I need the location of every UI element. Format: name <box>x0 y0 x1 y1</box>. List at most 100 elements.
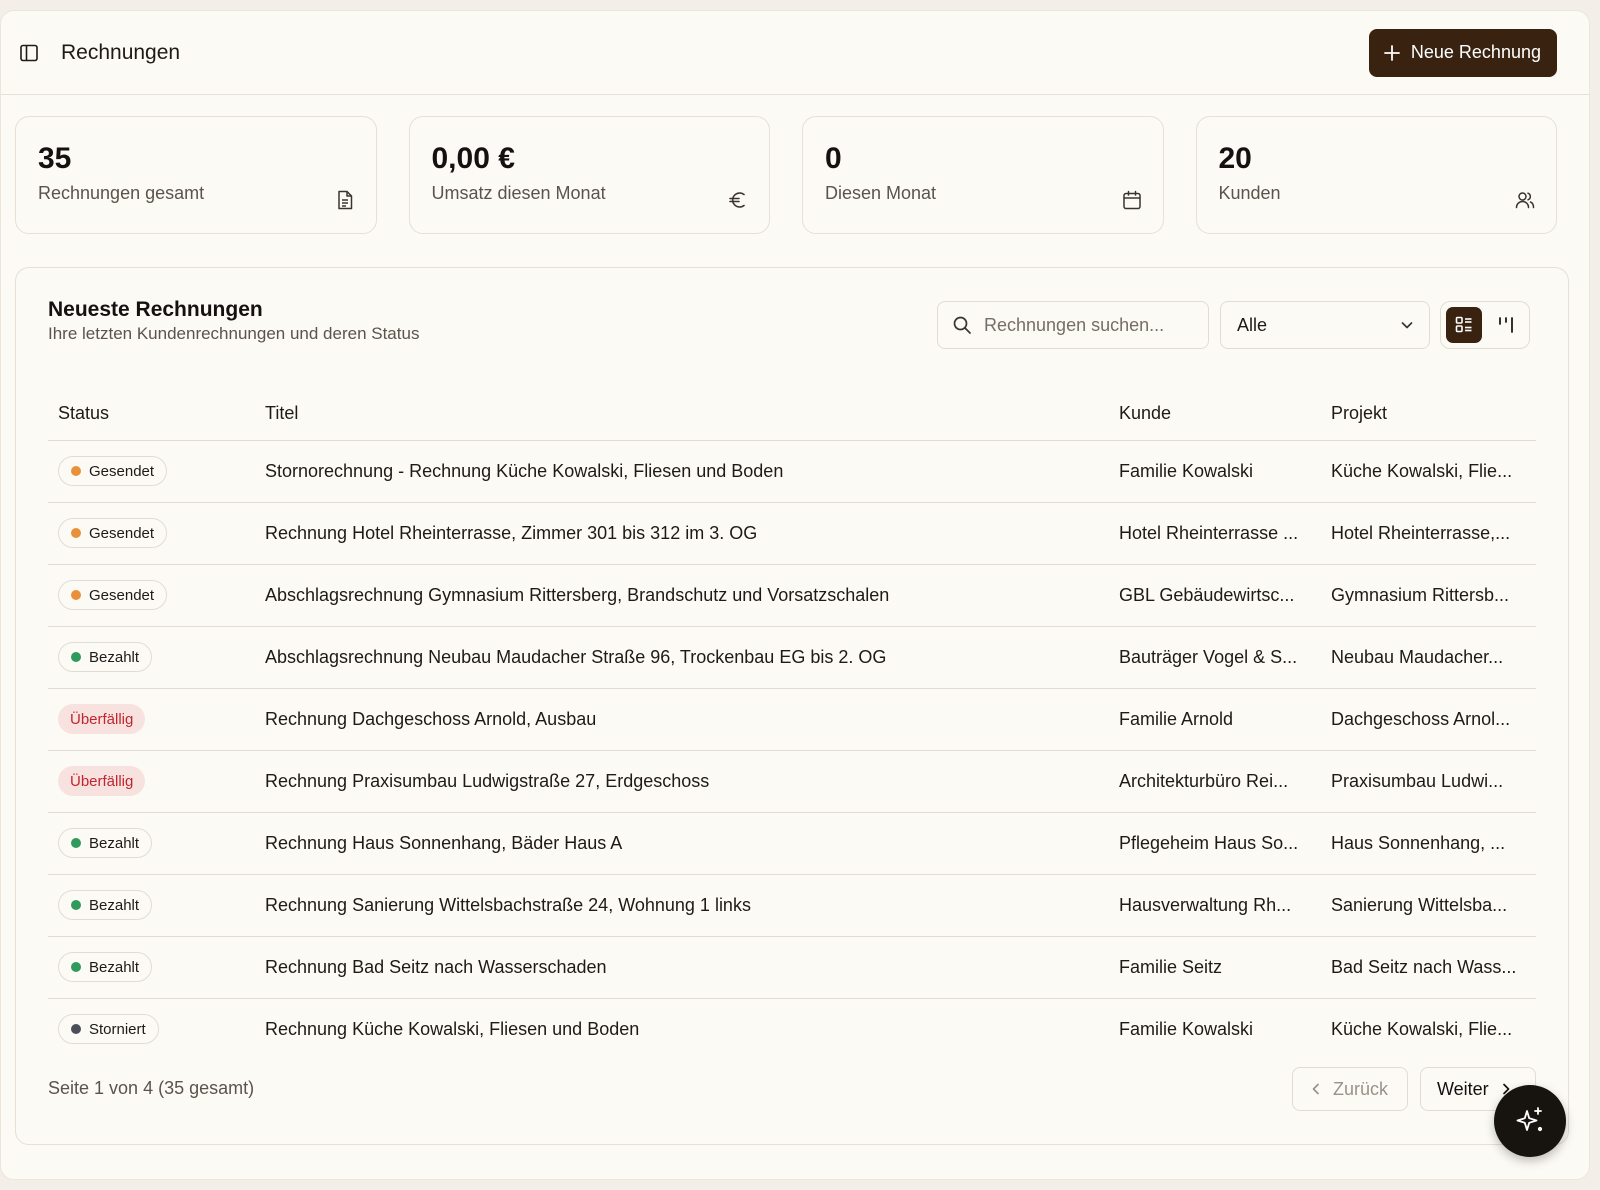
status-label: Überfällig <box>70 772 134 790</box>
status-badge: Gesendet <box>58 518 168 548</box>
project-cell: Gymnasium Rittersb... <box>1321 564 1536 627</box>
stat-value: 35 <box>38 142 72 175</box>
status-cell: Bezahlt <box>48 812 255 875</box>
status-label: Bezahlt <box>89 648 140 666</box>
customer-cell: Bauträger Vogel & S... <box>1109 626 1321 689</box>
users-icon <box>1515 192 1535 209</box>
project-cell: Haus Sonnenhang, ... <box>1321 812 1536 875</box>
project-cell: Praxisumbau Ludwi... <box>1321 750 1536 813</box>
status-badge: Überfällig <box>58 704 146 734</box>
project-cell: Bad Seitz nach Wass... <box>1321 936 1536 999</box>
column-header-project[interactable]: Projekt <box>1321 388 1536 441</box>
sidebar-toggle-icon[interactable] <box>15 39 43 67</box>
column-header-status[interactable]: Status <box>48 388 255 441</box>
plus-icon <box>1383 44 1400 61</box>
project-cell: Sanierung Wittelsba... <box>1321 874 1536 937</box>
customer-cell: Hausverwaltung Rh... <box>1109 874 1321 937</box>
status-dot-icon <box>71 1024 81 1035</box>
previous-page-button[interactable]: Zurück <box>1292 1067 1408 1111</box>
title-cell: Abschlagsrechnung Neubau Maudacher Straß… <box>255 626 1109 689</box>
customer-cell: Pflegeheim Haus So... <box>1109 812 1321 875</box>
top-bar: Rechnungen Neue Rechnung <box>1 11 1589 95</box>
status-dot-icon <box>71 838 81 848</box>
project-cell: Küche Kowalski, Flie... <box>1331 1018 1513 1039</box>
stat-value: 0 <box>825 142 842 175</box>
customer-cell: GBL Gebäudewirtsc... <box>1109 564 1321 627</box>
list-view-button[interactable] <box>1446 307 1482 343</box>
table-row[interactable]: Gesendet Stornorechnung - Rechnung Küche … <box>48 440 1536 503</box>
status-cell: Gesendet <box>48 564 255 627</box>
status-badge: Gesendet <box>58 456 168 486</box>
ai-assistant-button[interactable] <box>1494 1085 1566 1157</box>
calendar-icon <box>1122 190 1141 210</box>
table-row[interactable]: Bezahlt Rechnung Haus Sonnenhang, Bäder H… <box>48 812 1536 875</box>
status-label: Überfällig <box>70 710 134 728</box>
new-invoice-button[interactable]: Neue Rechnung <box>1368 28 1557 77</box>
list-view-icon <box>1455 316 1472 333</box>
title-cell: Stornorechnung - Rechnung Küche Kowalski… <box>255 440 1109 503</box>
pagination-info: Seite 1 von 4 (35 gesamt) <box>48 1078 255 1098</box>
search-input[interactable] <box>984 314 1194 336</box>
table-row[interactable]: Bezahlt Rechnung Sanierung Wittelsbachstr… <box>48 874 1536 937</box>
table-row[interactable]: Bezahlt Abschlagsrechnung Neubau Maudache… <box>48 626 1536 689</box>
column-header-title[interactable]: Titel <box>255 388 1109 441</box>
chevron-down-icon <box>1401 322 1413 329</box>
project-cell: Neubau Maudacher... <box>1321 626 1536 689</box>
customer-cell: Familie Seitz <box>1109 936 1321 999</box>
customer-cell: Familie Kowalski <box>1109 440 1321 503</box>
kanban-view-icon <box>1499 317 1513 333</box>
status-badge: Storniert <box>58 1014 159 1045</box>
status-badge: Bezahlt <box>58 952 153 982</box>
sparkles-icon <box>1516 1107 1543 1132</box>
status-filter-value: Alle <box>1237 314 1268 335</box>
search-icon <box>953 316 971 334</box>
status-cell: Überfällig <box>48 688 255 751</box>
table-row[interactable]: Gesendet Abschlagsrechnung Gymnasium Ritt… <box>48 564 1536 627</box>
status-cell: Storniert <box>48 998 255 1060</box>
stat-card-total: 35 Rechnungen gesamt <box>15 116 377 234</box>
status-label: Bezahlt <box>89 834 140 852</box>
table-row[interactable]: Gesendet Rechnung Hotel Rheinterrasse, Zi… <box>48 502 1536 565</box>
new-invoice-label: Neue Rechnung <box>1410 42 1541 62</box>
title-cell: Rechnung Hotel Rheinterrasse, Zimmer 301… <box>255 502 1109 565</box>
stat-label: Rechnungen gesamt <box>38 183 205 203</box>
status-dot-icon <box>71 590 81 600</box>
recent-invoices-panel: Neueste Rechnungen Ihre letzten Kundenre… <box>15 267 1569 1145</box>
status-badge: Bezahlt <box>58 890 153 920</box>
table-header-row: Status Titel Kunde Projekt <box>48 388 1536 441</box>
title-cell: Rechnung Dachgeschoss Arnold, Ausbau <box>255 688 1109 751</box>
title-cell: Rechnung Küche Kowalski, Fliesen und Bod… <box>265 1018 640 1039</box>
title-cell: Rechnung Sanierung Wittelsbachstraße 24,… <box>255 874 1109 937</box>
document-icon <box>337 190 352 210</box>
status-cell: Bezahlt <box>48 874 255 937</box>
status-filter-select[interactable]: Alle <box>1220 301 1430 349</box>
customer-cell: Hotel Rheinterrasse ... <box>1109 502 1321 565</box>
status-badge: Bezahlt <box>58 642 153 672</box>
stat-card-revenue: 0,00 € Umsatz diesen Monat <box>408 116 770 234</box>
status-dot-icon <box>71 466 81 476</box>
status-cell: Gesendet <box>48 502 255 565</box>
status-label: Bezahlt <box>89 958 140 976</box>
status-cell: Bezahlt <box>48 626 255 689</box>
table-row[interactable]: Überfällig Rechnung Dachgeschoss Arnold, … <box>48 688 1536 751</box>
search-box[interactable] <box>937 301 1209 349</box>
status-label: Bezahlt <box>89 896 140 914</box>
status-badge: Überfällig <box>58 766 146 796</box>
panel-subtitle: Ihre letzten Kundenrechnungen und deren … <box>48 324 420 343</box>
table-row[interactable]: Überfällig Rechnung Praxisumbau Ludwigstr… <box>48 750 1536 813</box>
table-row[interactable]: Storniert Rechnung Küche Kowalski, Fliese… <box>48 998 1536 1060</box>
stat-value: 0,00 € <box>431 142 515 175</box>
stat-label: Diesen Monat <box>825 183 937 203</box>
customer-cell: Architekturbüro Rei... <box>1109 750 1321 813</box>
euro-icon <box>729 192 745 208</box>
status-dot-icon <box>71 528 81 538</box>
status-badge: Gesendet <box>58 580 168 610</box>
stat-label: Umsatz diesen Monat <box>431 183 606 203</box>
title-cell: Rechnung Haus Sonnenhang, Bäder Haus A <box>255 812 1109 875</box>
table-row[interactable]: Bezahlt Rechnung Bad Seitz nach Wassersch… <box>48 936 1536 999</box>
status-cell: Bezahlt <box>48 936 255 999</box>
column-header-customer[interactable]: Kunde <box>1109 388 1321 441</box>
previous-page-label: Zurück <box>1333 1078 1389 1099</box>
kanban-view-button[interactable] <box>1488 307 1524 343</box>
status-label: Gesendet <box>89 586 155 604</box>
